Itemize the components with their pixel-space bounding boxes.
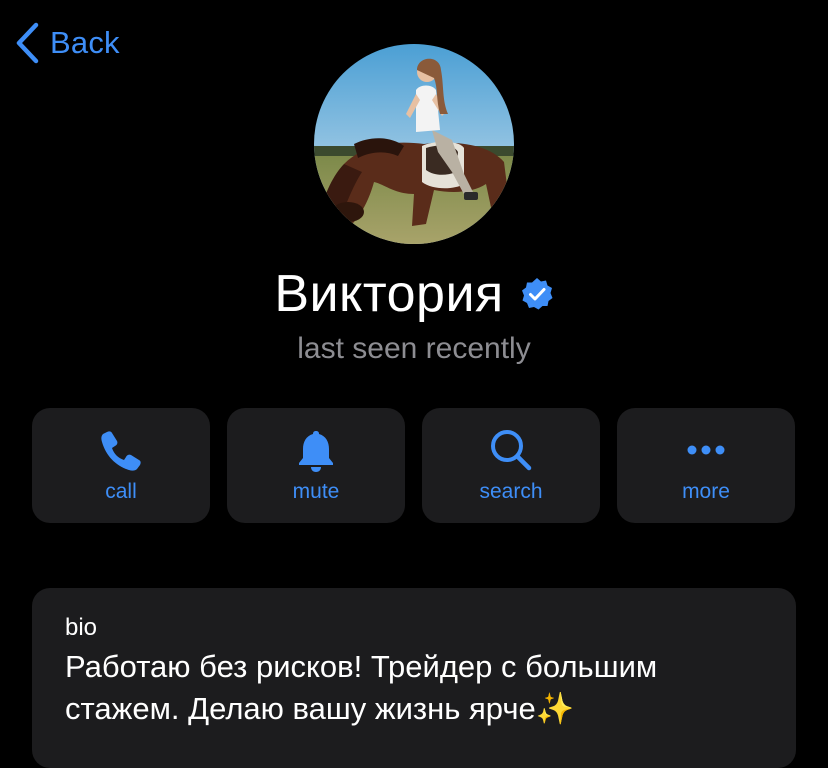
back-label: Back (50, 25, 120, 60)
more-dots-icon (684, 428, 728, 472)
verified-badge-icon (520, 277, 554, 311)
search-label: search (479, 480, 543, 503)
call-label: call (105, 480, 137, 503)
chevron-left-icon (14, 22, 40, 64)
bell-icon (296, 428, 336, 472)
more-button[interactable]: more (617, 408, 795, 523)
last-seen-status: last seen recently (297, 332, 531, 365)
mute-button[interactable]: mute (227, 408, 405, 523)
phone-icon (99, 428, 143, 472)
sparkles-emoji: ✨ (535, 691, 575, 726)
search-button[interactable]: search (422, 408, 600, 523)
more-label: more (682, 480, 730, 503)
search-icon (489, 428, 533, 472)
avatar[interactable] (314, 44, 514, 244)
profile-name-row: Виктория (0, 264, 828, 324)
bio-title: bio (65, 614, 98, 641)
action-buttons: call mute search more (32, 408, 795, 523)
call-button[interactable]: call (32, 408, 210, 523)
back-button[interactable]: Back (14, 22, 120, 64)
bio-text[interactable]: Работаю без рисков! Трейдер с большим ст… (65, 646, 765, 730)
profile-name: Виктория (274, 265, 504, 323)
mute-label: mute (292, 480, 340, 503)
bio-card: bio Работаю без рисков! Трейдер с больши… (32, 588, 796, 768)
